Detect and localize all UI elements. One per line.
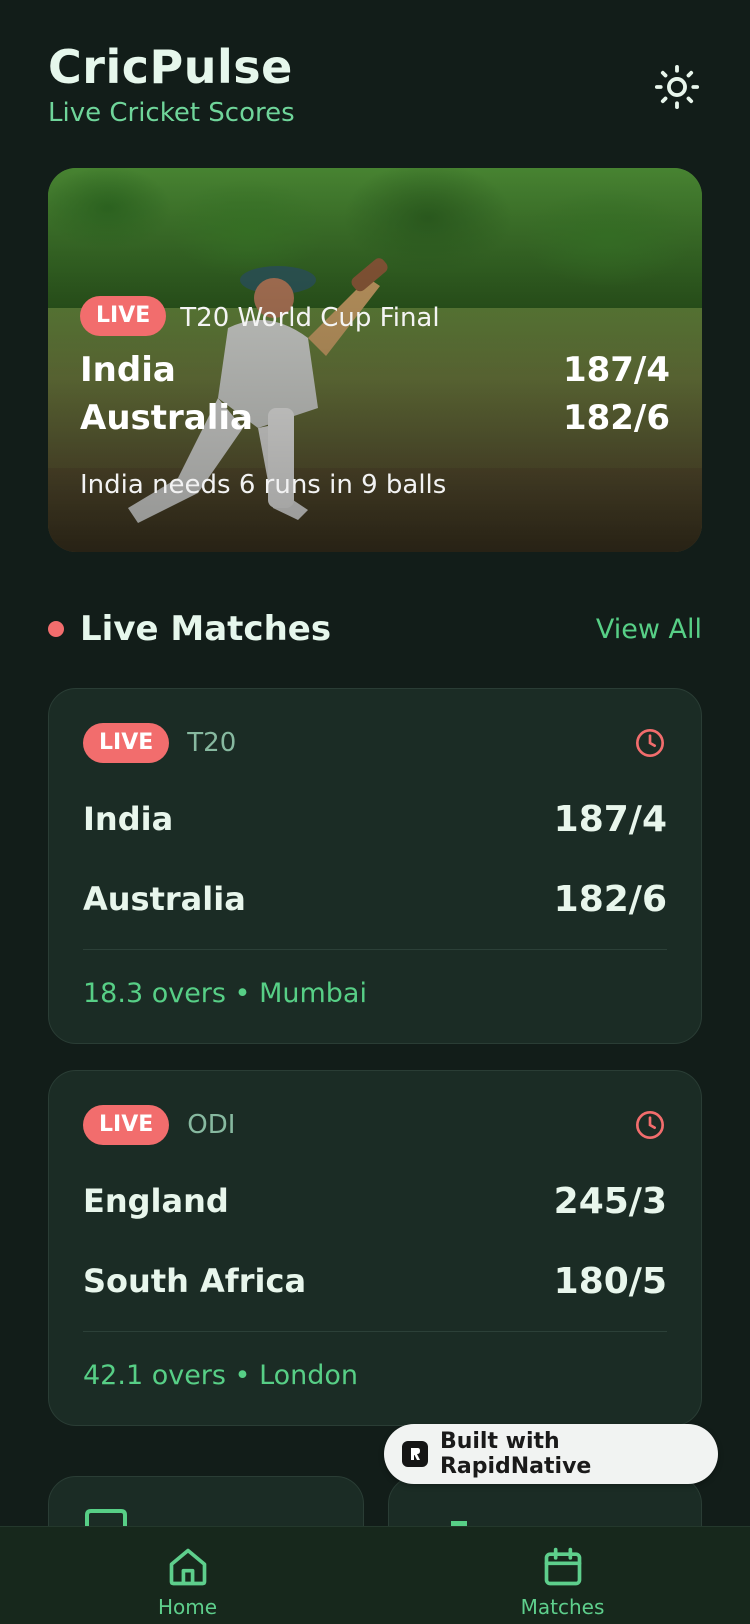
team-name: England: [83, 1182, 229, 1220]
live-badge: LIVE: [83, 1105, 170, 1145]
match-card-header: LIVE T20: [83, 723, 667, 763]
app-title: CricPulse: [48, 40, 293, 94]
match-card[interactable]: LIVE T20 India 187/4 Australia 182/6 18.…: [48, 688, 702, 1044]
hero-league: T20 World Cup Final: [180, 302, 440, 333]
team-name: South Africa: [83, 1262, 307, 1300]
hero-team-score: 182/6: [562, 398, 670, 438]
team-score: 245/3: [553, 1180, 667, 1222]
team-row: Australia 182/6: [83, 875, 667, 923]
hero-team-row: India 187/4: [80, 350, 670, 390]
clock-icon: [633, 1108, 667, 1142]
featured-match-card[interactable]: LIVE T20 World Cup Final India 187/4 Aust…: [48, 168, 702, 552]
nav-label: Matches: [520, 1595, 605, 1619]
built-with-text: Built with RapidNative: [439, 1429, 592, 1479]
team-name: India: [83, 800, 174, 838]
app-subtitle: Live Cricket Scores: [48, 98, 295, 128]
bottom-navigation: Home Matches: [0, 1526, 750, 1624]
card-divider: [83, 1331, 667, 1332]
nav-label: Home: [157, 1595, 218, 1619]
match-format: ODI: [187, 1110, 236, 1140]
section-title: Live Matches: [80, 609, 332, 649]
match-card-header: LIVE ODI: [83, 1105, 667, 1145]
view-all-link[interactable]: View All: [596, 614, 702, 645]
theme-toggle-button[interactable]: [652, 62, 702, 112]
match-card[interactable]: LIVE ODI England 245/3 South Africa 180/…: [48, 1070, 702, 1426]
hero-team-score: 187/4: [562, 350, 670, 390]
calendar-icon: [544, 1547, 581, 1586]
hero-team-name: India: [80, 350, 176, 390]
sun-icon: [654, 64, 700, 110]
match-footer: 42.1 overs • London: [83, 1360, 359, 1391]
live-indicator-dot: [48, 621, 64, 637]
nav-item-home[interactable]: Home: [0, 1527, 375, 1624]
team-score: 180/5: [553, 1260, 667, 1302]
live-badge: LIVE: [83, 723, 170, 763]
live-matches-header: Live Matches View All: [48, 604, 702, 654]
hero-team-name: Australia: [80, 398, 253, 438]
home-icon: [169, 1548, 206, 1586]
live-badge: LIVE: [80, 296, 167, 336]
team-row: England 245/3: [83, 1177, 667, 1225]
team-row: South Africa 180/5: [83, 1257, 667, 1305]
team-score: 187/4: [553, 798, 667, 840]
team-row: India 187/4: [83, 795, 667, 843]
match-footer: 18.3 overs • Mumbai: [83, 978, 367, 1009]
hero-content: LIVE T20 World Cup Final India 187/4 Aust…: [80, 296, 670, 500]
hero-status: India needs 6 runs in 9 balls: [80, 470, 447, 500]
card-divider: [83, 949, 667, 950]
built-with-badge[interactable]: Built with RapidNative: [384, 1424, 718, 1484]
match-format: T20: [187, 728, 237, 758]
team-name: Australia: [83, 880, 246, 918]
clock-icon: [633, 726, 667, 760]
hero-team-row: Australia 182/6: [80, 398, 670, 438]
team-score: 182/6: [553, 878, 667, 920]
rapidnative-logo-icon: [402, 1441, 428, 1467]
nav-item-matches[interactable]: Matches: [375, 1527, 750, 1624]
app-header: CricPulse Live Cricket Scores: [48, 40, 702, 136]
